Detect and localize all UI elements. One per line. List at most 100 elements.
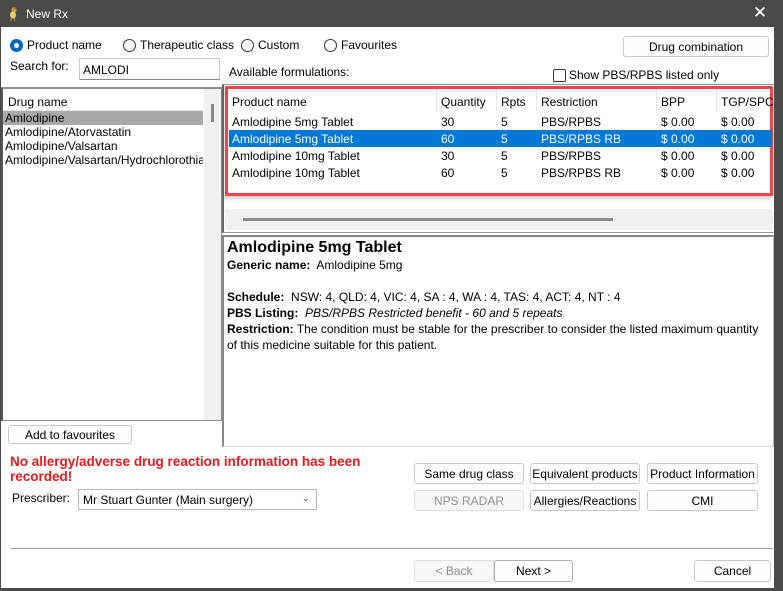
nps-radar-button[interactable]: NPS RADAR	[414, 490, 524, 511]
radio-label: Therapeutic class	[140, 38, 235, 52]
bird-app-icon	[9, 6, 17, 22]
column-header-bpp[interactable]: BPP	[661, 95, 685, 109]
radio-label: Product name	[27, 38, 102, 52]
cell-tgp: $ 0.00	[721, 132, 755, 146]
column-header-quantity[interactable]: Quantity	[441, 95, 486, 109]
column-header-tgp[interactable]: TGP/SPC	[721, 95, 774, 109]
cell-quantity: 60	[441, 132, 455, 146]
pbs-listing-value: PBS/RPBS Restricted benefit - 60 and 5 r…	[305, 306, 563, 320]
drug-name-list[interactable]: Drug name Amlodipine Amlodipine/Atorvast…	[1, 87, 222, 421]
cell-restriction: PBS/RPBS	[541, 149, 602, 163]
restriction-value: The condition must be stable for the pre…	[227, 322, 759, 352]
pbs-only-checkbox[interactable]: Show PBS/RPBS listed only	[553, 68, 719, 82]
radio-unchecked-icon	[324, 38, 337, 52]
cell-bpp: $ 0.00	[661, 166, 695, 180]
cell-rpts: 5	[501, 166, 508, 180]
cell-restriction: PBS/RPBS	[541, 115, 602, 129]
table-header: Product name Quantity Rpts Restriction B…	[228, 89, 774, 111]
column-header-rpts[interactable]: Rpts	[501, 95, 526, 109]
column-divider[interactable]	[496, 89, 497, 111]
formulations-panel: Product name Quantity Rpts Restriction B…	[222, 84, 775, 233]
column-divider[interactable]	[716, 89, 717, 111]
cmi-button[interactable]: CMI	[647, 490, 758, 511]
cell-product: Amlodipine 10mg Tablet	[232, 149, 360, 163]
column-divider[interactable]	[436, 89, 437, 111]
column-header-restriction[interactable]: Restriction	[541, 95, 598, 109]
same-drug-class-button[interactable]: Same drug class	[414, 463, 524, 484]
window-title: New Rx	[26, 7, 69, 21]
drug-combination-button[interactable]: Drug combination	[623, 36, 769, 57]
formulations-table[interactable]: Product name Quantity Rpts Restriction B…	[225, 86, 774, 196]
formulations-hscrollbar[interactable]	[225, 209, 773, 230]
schedule-line: Schedule: NSW: 4, QLD: 4, VIC: 4, SA : 4…	[227, 289, 770, 305]
cell-restriction: PBS/RPBS RB	[541, 132, 622, 146]
column-header-product[interactable]: Product name	[232, 95, 307, 109]
detail-title: Amlodipine 5mg Tablet	[227, 239, 402, 256]
table-row[interactable]: Amlodipine 10mg Tablet 30 5 PBS/RPBS $ 0…	[229, 147, 772, 164]
generic-name-line: Generic name: Amlodipine 5mg	[227, 257, 770, 273]
cell-product: Amlodipine 5mg Tablet	[232, 132, 354, 146]
allergy-warning: No allergy/adverse drug reaction informa…	[10, 454, 361, 484]
drug-list-header[interactable]: Drug name	[3, 89, 203, 111]
radio-label: Favourites	[341, 38, 398, 52]
allergies-reactions-button[interactable]: Allergies/Reactions	[530, 490, 640, 511]
next-button[interactable]: Next >	[494, 560, 573, 582]
cell-rpts: 5	[501, 149, 508, 163]
column-divider[interactable]	[656, 89, 657, 111]
cell-bpp: $ 0.00	[661, 115, 695, 129]
checkbox-label: Show PBS/RPBS listed only	[569, 68, 720, 82]
cell-rpts: 5	[501, 115, 508, 129]
radio-therapeutic-class[interactable]: Therapeutic class	[123, 37, 234, 53]
close-icon: ✕	[752, 3, 768, 22]
table-row[interactable]: Amlodipine 10mg Tablet 60 5 PBS/RPBS RB …	[229, 164, 772, 181]
close-button[interactable]: ✕	[737, 0, 783, 27]
schedule-label: Schedule:	[227, 290, 285, 304]
search-label: Search for:	[10, 59, 69, 73]
dialog-body: Product name Therapeutic class Custom Fa…	[1, 27, 780, 588]
new-rx-window: New Rx ✕ Product name Therapeutic class …	[0, 0, 783, 591]
search-input[interactable]: AMLODI	[79, 58, 220, 80]
cell-bpp: $ 0.00	[661, 149, 695, 163]
product-detail-pane: Amlodipine 5mg Tablet Generic name: Amlo…	[222, 235, 774, 447]
pbs-listing-line: PBS Listing: PBS/RPBS Restricted benefit…	[227, 305, 770, 321]
checkbox-unchecked-icon	[553, 68, 566, 82]
cell-restriction: PBS/RPBS RB	[541, 166, 622, 180]
table-row[interactable]: Amlodipine 5mg Tablet 30 5 PBS/RPBS $ 0.…	[229, 113, 772, 130]
add-to-favourites-button[interactable]: Add to favourites	[8, 425, 132, 444]
product-information-button[interactable]: Product Information	[647, 463, 758, 484]
cell-tgp: $ 0.00	[721, 149, 755, 163]
scrollbar-thumb[interactable]	[243, 218, 613, 221]
generic-name-label: Generic name:	[227, 258, 311, 272]
list-item[interactable]: Amlodipine	[3, 111, 203, 125]
prescriber-label: Prescriber:	[12, 491, 71, 505]
window-border	[774, 27, 783, 591]
restriction-label: Restriction:	[227, 322, 294, 336]
scrollbar-thumb[interactable]	[211, 104, 214, 122]
column-divider[interactable]	[536, 89, 537, 111]
list-item[interactable]: Amlodipine/Valsartan/Hydrochlorothiazide	[3, 153, 203, 167]
generic-name-value: Amlodipine 5mg	[316, 258, 403, 272]
radio-favourites[interactable]: Favourites	[324, 37, 397, 53]
schedule-value: NSW: 4, QLD: 4, VIC: 4, SA : 4, WA : 4, …	[291, 290, 621, 304]
cell-quantity: 30	[441, 149, 455, 163]
cell-tgp: $ 0.00	[721, 115, 755, 129]
radio-unchecked-icon	[241, 38, 254, 52]
radio-unchecked-icon	[123, 38, 136, 52]
cell-product: Amlodipine 10mg Tablet	[232, 166, 360, 180]
radio-product-name[interactable]: Product name	[10, 37, 102, 53]
cancel-button[interactable]: Cancel	[694, 560, 771, 582]
cell-quantity: 60	[441, 166, 455, 180]
radio-checked-icon	[10, 38, 23, 52]
back-button[interactable]: < Back	[414, 560, 494, 582]
radio-custom[interactable]: Custom	[241, 37, 299, 53]
list-item[interactable]: Amlodipine/Atorvastatin	[3, 125, 203, 139]
restriction-line: Restriction: The condition must be stabl…	[227, 321, 770, 353]
cell-rpts: 5	[501, 132, 508, 146]
prescriber-dropdown[interactable]: Mr Stuart Gunter (Main surgery) ⌄	[78, 489, 317, 510]
drug-list-scrollbar[interactable]	[204, 89, 221, 420]
table-row-selected[interactable]: Amlodipine 5mg Tablet 60 5 PBS/RPBS RB $…	[229, 130, 772, 147]
list-item[interactable]: Amlodipine/Valsartan	[3, 139, 203, 153]
equivalent-products-button[interactable]: Equivalent products	[530, 463, 640, 484]
title-bar: New Rx ✕	[0, 0, 783, 27]
prescriber-value: Mr Stuart Gunter (Main surgery)	[83, 493, 254, 507]
